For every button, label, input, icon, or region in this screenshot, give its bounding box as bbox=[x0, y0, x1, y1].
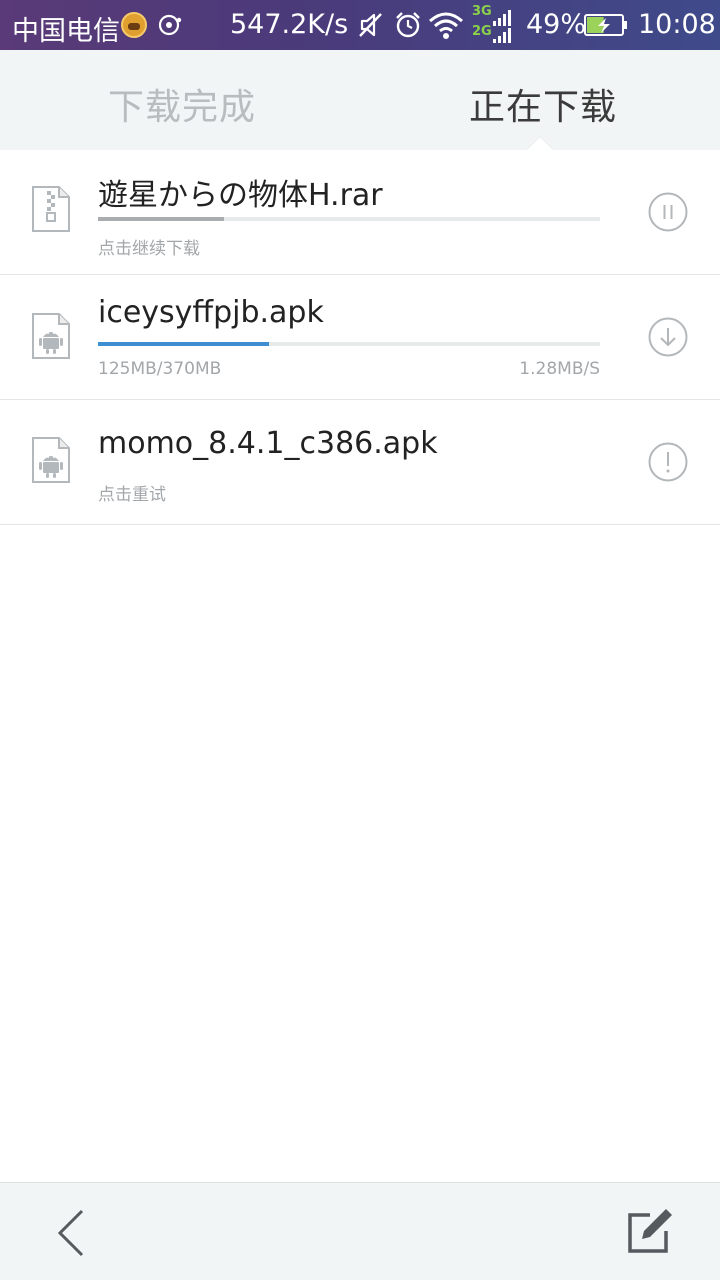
tab-bar: 下载完成 正在下载 bbox=[0, 50, 720, 150]
back-arrow-icon[interactable] bbox=[48, 1207, 92, 1257]
download-status: 点击继续下载 bbox=[98, 239, 200, 259]
progress-fill bbox=[98, 217, 224, 221]
apk-file-icon bbox=[32, 313, 70, 359]
download-size: 125MB/370MB bbox=[98, 359, 222, 379]
avatar-icon bbox=[121, 12, 147, 38]
download-item[interactable]: iceysyffpjb.apk 125MB/370MB 1.28MB/S bbox=[0, 275, 720, 400]
network-2g-label: 2G bbox=[472, 24, 492, 39]
status-bar: 中国电信 547.2K/s 3G 2G 49% 10:08 bbox=[0, 0, 720, 50]
battery-charging-icon bbox=[584, 14, 627, 36]
signal-icon: 3G 2G bbox=[470, 4, 516, 46]
alarm-icon bbox=[396, 12, 420, 38]
file-name: 遊星からの物体H.rar bbox=[98, 178, 383, 213]
progress-bar bbox=[98, 342, 600, 346]
net-speed-label: 547.2K/s bbox=[230, 9, 349, 40]
progress-bar bbox=[98, 217, 600, 221]
battery-percent-label: 49% bbox=[526, 9, 587, 40]
mute-icon bbox=[359, 13, 382, 37]
download-icon[interactable] bbox=[648, 317, 688, 357]
edit-icon[interactable] bbox=[624, 1207, 674, 1257]
file-name: iceysyffpjb.apk bbox=[98, 295, 324, 330]
zip-file-icon bbox=[32, 186, 70, 232]
network-3g-label: 3G bbox=[472, 4, 492, 19]
carrier-label: 中国电信 bbox=[12, 16, 120, 47]
bottom-bar bbox=[0, 1182, 720, 1280]
tab-downloading[interactable]: 正在下载 bbox=[469, 78, 617, 130]
pause-icon[interactable] bbox=[648, 192, 688, 232]
file-name: momo_8.4.1_c386.apk bbox=[98, 426, 438, 461]
apk-file-icon bbox=[32, 437, 70, 483]
clock-label: 10:08 bbox=[638, 9, 716, 40]
download-list: 遊星からの物体H.rar 点击继续下载 iceysyffpjb.apk 125M… bbox=[0, 150, 720, 525]
tab-completed[interactable]: 下载完成 bbox=[108, 78, 256, 130]
download-speed: 1.28MB/S bbox=[519, 359, 600, 379]
disc-icon bbox=[158, 14, 182, 36]
download-item[interactable]: momo_8.4.1_c386.apk 点击重试 bbox=[0, 400, 720, 525]
download-status: 点击重试 bbox=[98, 485, 166, 505]
download-item[interactable]: 遊星からの物体H.rar 点击继续下载 bbox=[0, 150, 720, 275]
tab-indicator bbox=[527, 137, 553, 150]
error-icon[interactable] bbox=[648, 442, 688, 482]
wifi-icon bbox=[429, 12, 463, 39]
progress-fill bbox=[98, 342, 269, 346]
